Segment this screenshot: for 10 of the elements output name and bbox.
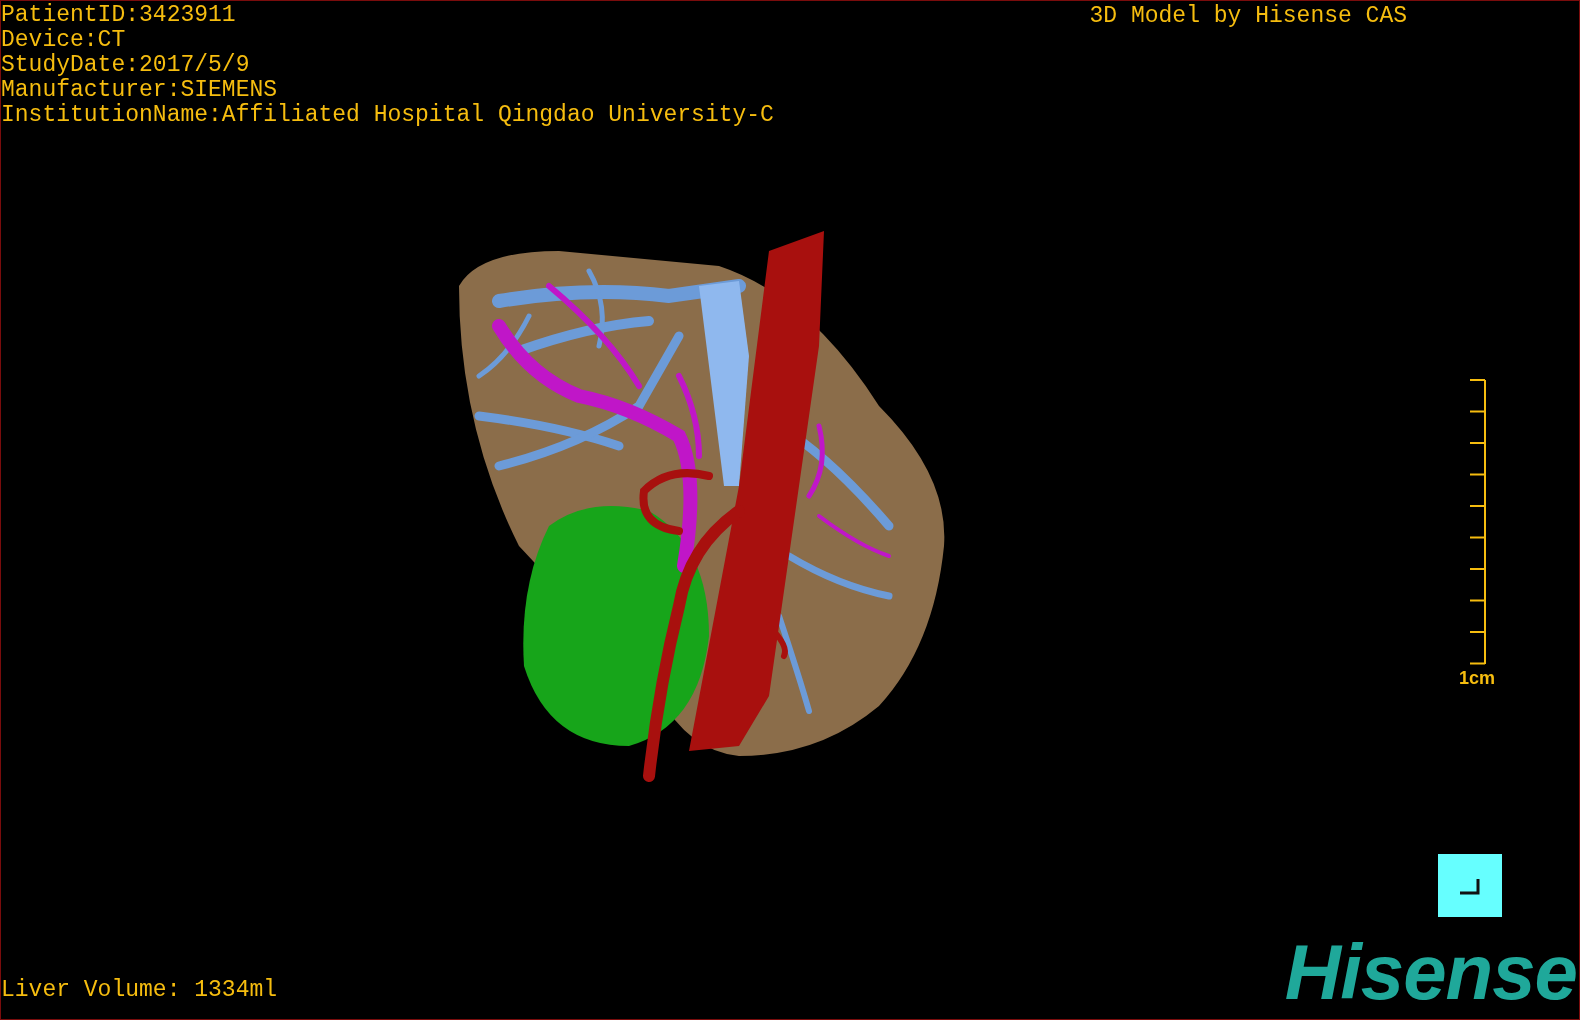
info-text: Manufacturer:SIEMENS: [1, 78, 279, 103]
scale-label: 1cm: [1458, 668, 1495, 688]
info-text: PatientID:3423911: [1, 3, 237, 28]
info-text: StudyDate:2017/5/9: [1, 53, 251, 78]
corner-button[interactable]: [1438, 854, 1502, 917]
liver-volume-text: Liver Volume: 1334ml: [1, 978, 278, 1005]
viewer-title: 3D Model by Hisense CAS: [1089, 2, 1407, 29]
info-text: Device:CT: [1, 28, 127, 53]
brand-logo: Hisense: [1284, 937, 1577, 1007]
info-text: InstitutionName:Affiliated Hospital Qingdao University-C: [1, 103, 774, 128]
